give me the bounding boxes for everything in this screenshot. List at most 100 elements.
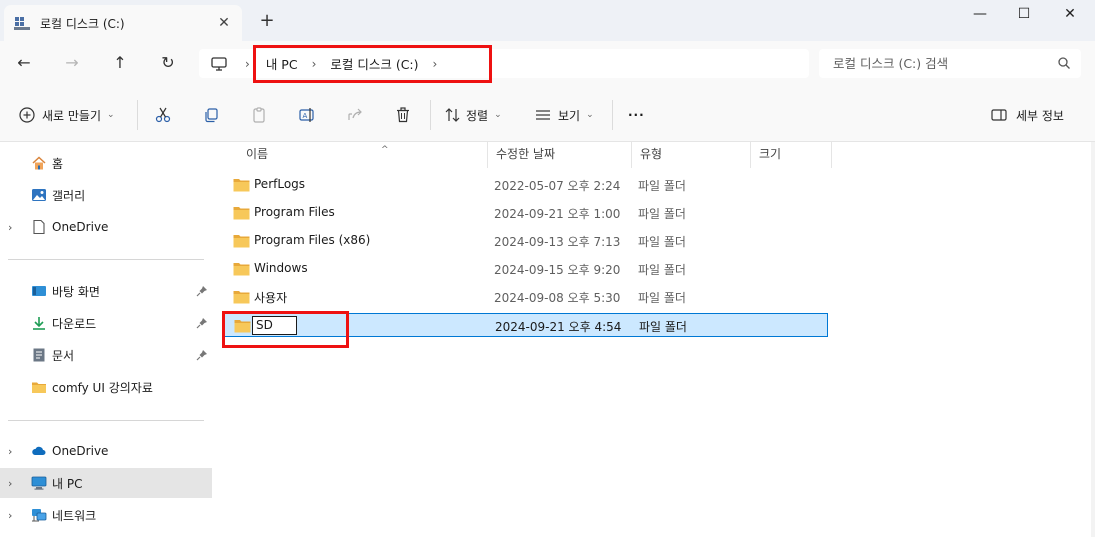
file-name: 사용자 xyxy=(254,291,288,305)
copy-button[interactable] xyxy=(202,104,220,126)
divider xyxy=(8,420,204,421)
divider xyxy=(430,100,431,130)
new-tab-button[interactable]: + xyxy=(258,12,276,30)
clipboard-icon xyxy=(253,107,265,123)
tab-local-disk[interactable]: 로컬 디스크 (C:) ✕ xyxy=(4,5,242,41)
title-bar: 로컬 디스크 (C:) ✕ + — ☐ ✕ xyxy=(0,0,1095,41)
chevron-down-icon: ⌄ xyxy=(107,110,115,120)
scissors-icon xyxy=(155,107,171,123)
file-row-windows[interactable]: Windows 2024-09-15 오후 9:20 파일 폴더 xyxy=(223,257,828,281)
file-type: 파일 폴더 xyxy=(638,235,686,249)
paste-button[interactable] xyxy=(250,104,268,126)
sort-icon xyxy=(445,108,460,122)
cut-button[interactable] xyxy=(154,104,172,126)
column-header-modified[interactable]: 수정한 날짜 xyxy=(488,142,632,168)
more-options-button[interactable]: ··· xyxy=(628,104,645,126)
sidebar-item-onedrive-personal[interactable]: › OneDrive xyxy=(0,212,212,242)
file-row-perflogs[interactable]: PerfLogs 2022-05-07 오후 2:24 파일 폴더 xyxy=(223,173,828,197)
sort-button[interactable]: 정렬 ⌄ xyxy=(444,104,502,126)
list-view-icon xyxy=(536,110,550,120)
rename-icon: A xyxy=(299,108,314,122)
close-window-button[interactable]: ✕ xyxy=(1047,4,1093,26)
sort-label: 정렬 xyxy=(466,108,489,123)
details-label: 세부 정보 xyxy=(1016,108,1064,123)
column-header-name[interactable]: 이름 ^ xyxy=(238,142,488,168)
sidebar-item-label: 내 PC xyxy=(52,476,83,491)
file-row-program-files-x86[interactable]: Program Files (x86) 2024-09-13 오후 7:13 파… xyxy=(223,229,828,253)
chevron-right-icon[interactable]: › xyxy=(8,445,12,458)
file-modified: 2024-09-13 오후 7:13 xyxy=(494,235,621,249)
sidebar-item-desktop[interactable]: 바탕 화면 xyxy=(0,276,212,306)
chevron-right-icon[interactable]: › xyxy=(245,57,250,71)
sidebar-item-label: 문서 xyxy=(52,348,75,363)
file-modified: 2024-09-21 오후 4:54 xyxy=(495,320,622,334)
column-header-size[interactable]: 크기 xyxy=(751,142,832,168)
pin-icon[interactable] xyxy=(196,349,208,361)
refresh-button[interactable]: ↻ xyxy=(156,51,180,75)
minimize-button[interactable]: — xyxy=(957,4,1003,26)
chevron-right-icon[interactable]: › xyxy=(8,221,12,234)
documents-icon xyxy=(33,348,45,362)
search-input[interactable]: 로컬 디스크 (C:) 검색 xyxy=(819,49,1081,78)
chevron-right-icon[interactable]: › xyxy=(8,509,12,522)
sidebar-item-downloads[interactable]: 다운로드 xyxy=(0,308,212,338)
chevron-right-icon[interactable]: › xyxy=(8,477,12,490)
file-type: 파일 폴더 xyxy=(638,207,686,221)
folder-icon xyxy=(233,179,250,192)
maximize-button[interactable]: ☐ xyxy=(1001,4,1047,26)
view-label: 보기 xyxy=(558,108,581,123)
highlight-box-sd-folder xyxy=(222,311,349,348)
sidebar-item-network[interactable]: › 네트워크 xyxy=(0,500,212,530)
plus-circle-icon xyxy=(19,107,35,123)
drive-icon xyxy=(14,17,30,30)
details-pane-icon xyxy=(991,109,1007,121)
forward-button[interactable]: → xyxy=(60,51,84,75)
sidebar-item-label: 갤러리 xyxy=(52,188,86,203)
up-button[interactable]: ↑ xyxy=(108,51,132,75)
delete-button[interactable] xyxy=(394,104,412,126)
file-name: Program Files (x86) xyxy=(254,233,371,247)
sidebar-item-label: OneDrive xyxy=(52,220,109,234)
file-modified: 2022-05-07 오후 2:24 xyxy=(494,179,621,193)
file-type: 파일 폴더 xyxy=(638,263,686,277)
column-header-type[interactable]: 유형 xyxy=(632,142,751,168)
computer-icon xyxy=(31,476,47,490)
back-button[interactable]: ← xyxy=(12,51,36,75)
rename-button[interactable]: A xyxy=(298,104,316,126)
chevron-down-icon: ⌄ xyxy=(586,110,594,120)
pin-icon[interactable] xyxy=(196,317,208,329)
search-placeholder: 로컬 디스크 (C:) 검색 xyxy=(833,56,949,71)
svg-text:A: A xyxy=(303,112,308,120)
divider xyxy=(8,259,204,260)
column-name-label: 이름 xyxy=(246,147,269,161)
sidebar-item-gallery[interactable]: 갤러리 xyxy=(0,180,212,210)
folder-icon xyxy=(233,235,250,248)
tab-close-icon[interactable]: ✕ xyxy=(216,15,232,31)
sidebar-item-documents[interactable]: 문서 xyxy=(0,340,212,370)
pin-icon[interactable] xyxy=(196,285,208,297)
address-bar: ← → ↑ ↻ › 내 PC › 로컬 디스크 (C:) › 로컬 디스크 (C… xyxy=(0,41,1095,86)
sidebar-item-home[interactable]: 홈 xyxy=(0,148,212,178)
sidebar-item-label: 네트워크 xyxy=(52,508,97,523)
home-icon xyxy=(32,156,46,170)
search-icon xyxy=(1058,57,1070,69)
scrollbar-track[interactable] xyxy=(1091,142,1095,537)
details-button[interactable]: 세부 정보 xyxy=(990,104,1064,126)
desktop-icon xyxy=(32,286,46,296)
file-type: 파일 폴더 xyxy=(639,320,687,334)
new-button[interactable]: 새로 만들기 ⌄ xyxy=(18,104,115,126)
sidebar-item-comfy-ui[interactable]: comfy UI 강의자료 xyxy=(0,372,212,402)
sidebar-item-onedrive[interactable]: › OneDrive xyxy=(0,436,212,466)
download-icon xyxy=(33,317,45,330)
sidebar-item-label: 바탕 화면 xyxy=(52,284,100,299)
sort-ascending-icon: ^ xyxy=(381,145,389,155)
tab-title: 로컬 디스크 (C:) xyxy=(40,16,125,31)
file-row-program-files[interactable]: Program Files 2024-09-21 오후 1:00 파일 폴더 xyxy=(223,201,828,225)
sidebar-item-label: 다운로드 xyxy=(52,316,97,331)
sidebar-item-my-pc[interactable]: › 내 PC xyxy=(0,468,212,498)
file-row-users[interactable]: 사용자 2024-09-08 오후 5:30 파일 폴더 xyxy=(223,285,828,309)
view-button[interactable]: 보기 ⌄ xyxy=(534,104,594,126)
share-button[interactable] xyxy=(346,104,364,126)
cloud-icon xyxy=(32,446,46,455)
file-type: 파일 폴더 xyxy=(638,291,686,305)
